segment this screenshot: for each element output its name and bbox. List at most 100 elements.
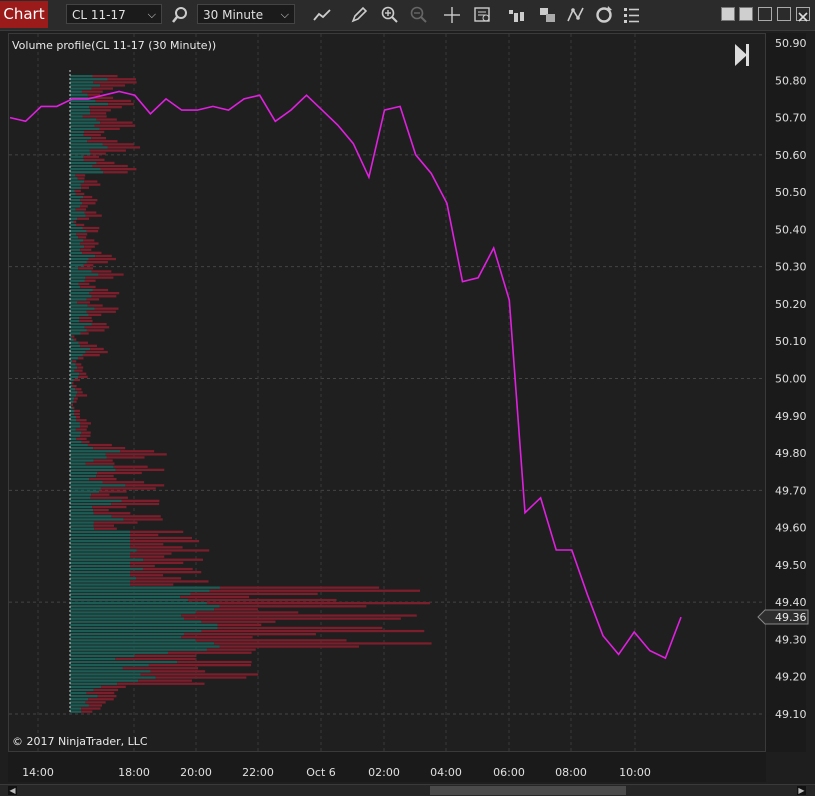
volume-bar-buy — [70, 87, 92, 90]
volume-bar-buy — [70, 133, 84, 137]
volume-bar-sell — [130, 540, 200, 543]
volume-bar-sell — [81, 186, 89, 189]
volume-bar-sell — [92, 505, 127, 509]
volume-bar-sell — [195, 639, 347, 642]
volume-bar-buy — [70, 323, 92, 326]
volume-bar-sell — [90, 347, 104, 351]
price-tick-label: 49.30 — [775, 633, 807, 646]
volume-bar-buy — [70, 574, 130, 577]
volume-bar-buy — [70, 443, 88, 447]
volume-bar-buy — [70, 254, 96, 258]
volume-bar-sell — [74, 189, 81, 192]
volume-bar-buy — [70, 567, 143, 571]
volume-bar-buy — [70, 319, 80, 323]
volume-bar-buy — [70, 102, 109, 106]
volume-bar-buy — [70, 422, 80, 425]
price-tick-label: 49.40 — [775, 596, 807, 609]
volume-bar-buy — [70, 527, 95, 530]
volume-bar-buy — [70, 707, 82, 710]
volume-bar-sell — [76, 233, 88, 236]
volume-bar-buy — [70, 667, 123, 670]
volume-bar-buy — [70, 363, 76, 366]
volume-bar-sell — [83, 133, 101, 137]
volume-bar-buy — [70, 130, 84, 134]
volume-bar-buy — [70, 295, 92, 298]
volume-bar-buy — [70, 698, 89, 701]
volume-bar-sell — [135, 577, 182, 580]
volume-bar-buy — [70, 629, 202, 633]
volume-bar-buy — [70, 307, 95, 310]
volume-bar-buy — [70, 688, 94, 692]
volume-bar-sell — [111, 502, 160, 506]
time-tick-label: 02:00 — [368, 766, 400, 779]
volume-bar-buy — [70, 251, 83, 254]
scroll-thumb[interactable] — [430, 786, 626, 795]
volume-bar-sell — [72, 360, 77, 363]
volume-bar-buy — [70, 357, 78, 360]
volume-bar-buy — [70, 589, 210, 592]
scroll-left-icon[interactable]: ◀ — [8, 786, 17, 795]
volume-bar-sell — [99, 127, 120, 130]
volume-bar-buy — [70, 310, 87, 313]
volume-bar-sell — [94, 307, 119, 310]
price-tick-label: 50.90 — [775, 37, 807, 50]
volume-bar-buy — [70, 459, 94, 462]
volume-bar-sell — [105, 453, 167, 456]
volume-bar-sell — [83, 264, 94, 267]
volume-bar-buy — [70, 679, 139, 682]
volume-bar-sell — [80, 434, 91, 437]
volume-bar-buy — [70, 481, 103, 484]
volume-bar-buy — [70, 276, 86, 279]
volume-bar-buy — [70, 595, 181, 599]
volume-bar-sell — [76, 419, 87, 422]
volume-bar-buy — [70, 691, 87, 695]
volume-bar-sell — [83, 155, 100, 158]
volume-bar-buy — [70, 354, 83, 357]
volume-bar-sell — [72, 381, 74, 385]
volume-bar-sell — [75, 388, 82, 391]
volume-bar-buy — [70, 580, 130, 583]
volume-bar-sell — [82, 226, 100, 230]
volume-bar-sell — [111, 515, 161, 518]
volume-bar-sell — [148, 664, 252, 667]
volume-bar-buy — [70, 598, 188, 602]
volume-bar-sell — [73, 338, 77, 341]
volume-bar-sell — [88, 698, 114, 701]
volume-bar-sell — [77, 391, 83, 394]
volume-bar-sell — [78, 375, 88, 378]
volume-bar-sell — [180, 595, 250, 599]
volume-bar-sell — [90, 109, 111, 112]
volume-bar-buy — [70, 146, 108, 149]
volume-bar-sell — [94, 124, 136, 127]
volume-bar-buy — [70, 487, 101, 490]
volume-bar-buy — [70, 279, 85, 282]
volume-bar-buy — [70, 344, 81, 347]
volume-bar-sell — [206, 602, 431, 605]
volume-bar-sell — [140, 673, 259, 676]
scroll-to-end-icon[interactable] — [735, 44, 749, 66]
volume-bar-sell — [89, 478, 117, 481]
scroll-right-icon[interactable]: ▶ — [797, 786, 806, 795]
volume-bar-sell — [93, 81, 137, 84]
volume-bar-sell — [77, 357, 84, 360]
volume-bar-sell — [81, 431, 91, 434]
horizontal-scrollbar[interactable]: ◀ ▶ — [0, 784, 815, 796]
volume-bar-sell — [79, 319, 93, 323]
volume-bar-sell — [217, 623, 262, 626]
volume-bar-buy — [70, 93, 88, 96]
volume-bar-buy — [70, 586, 220, 589]
price-tick-label: 50.40 — [775, 223, 807, 236]
volume-bar-buy — [70, 648, 207, 651]
volume-bar-sell — [95, 254, 112, 258]
price-tick-label: 50.10 — [775, 335, 807, 348]
volume-bar-buy — [70, 515, 112, 518]
volume-bar-buy — [70, 298, 87, 301]
volume-bar-sell — [80, 183, 101, 186]
price-tick-label: 49.80 — [775, 447, 807, 460]
volume-bar-sell — [85, 214, 102, 217]
price-tick-label: 50.30 — [775, 261, 807, 274]
volume-bar-sell — [91, 270, 112, 273]
volume-bar-buy — [70, 174, 76, 177]
volume-bar-sell — [80, 248, 92, 251]
volume-bar-buy — [70, 242, 81, 245]
